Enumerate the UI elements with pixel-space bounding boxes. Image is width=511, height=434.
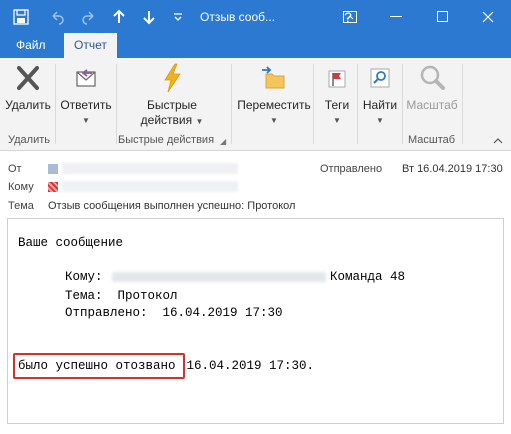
delete-button[interactable]: Удалить: [2, 62, 54, 132]
body-sent-line: Отправлено: 16.04.2019 17:30: [65, 306, 283, 320]
group-separator: [55, 64, 56, 144]
from-label: От: [8, 163, 22, 175]
group-label-quick-actions: Быстрые действия: [118, 134, 215, 146]
recipient-color-square: [48, 182, 58, 192]
minimize-icon[interactable]: [373, 0, 419, 33]
find-icon: [370, 68, 390, 88]
zoom-button[interactable]: Масштаб: [404, 62, 460, 132]
ribbon-display-options-icon[interactable]: [327, 0, 373, 33]
message-header: От Отправлено Вт 16.04.2019 17:30 Кому Т…: [0, 152, 511, 218]
chevron-down-icon: ▼: [270, 116, 278, 125]
group-separator: [313, 64, 314, 144]
body-to-label: Кому:: [65, 270, 103, 284]
dialog-launcher-icon[interactable]: ◢: [220, 137, 226, 146]
save-icon[interactable]: [8, 0, 34, 33]
group-separator: [402, 64, 403, 144]
flag-icon: [328, 70, 346, 88]
group-separator: [116, 64, 117, 144]
quick-actions-button[interactable]: Быстрые действия ▼: [130, 62, 214, 132]
subject-value: Отзыв сообщения выполнен успешно: Проток…: [48, 200, 296, 212]
quick-actions-label-2: действия: [140, 113, 193, 127]
ribbon: Удалить Удалить Ответить ▼ Быстрые дейст…: [0, 58, 511, 151]
zoom-magnifier-icon: [420, 65, 445, 90]
chevron-down-icon: ▼: [333, 116, 341, 125]
reply-button[interactable]: Ответить ▼: [58, 62, 114, 132]
ribbon-tabs: Файл Отчет: [0, 33, 511, 58]
collapse-ribbon-icon[interactable]: [493, 136, 503, 147]
maximize-icon[interactable]: [419, 0, 465, 33]
previous-item-icon[interactable]: [108, 0, 130, 33]
recipient-name-redacted[interactable]: [62, 181, 238, 192]
group-separator: [231, 64, 232, 144]
undo-icon[interactable]: [44, 0, 70, 33]
group-separator: [357, 64, 358, 144]
reply-envelope-icon: [76, 69, 96, 87]
window-title: Отзыв сооб...: [200, 10, 276, 24]
title-bar: Отзыв сооб... ?: [0, 0, 511, 33]
move-button[interactable]: Переместить ▼: [236, 62, 312, 132]
customize-qat-icon[interactable]: [168, 0, 188, 33]
delete-x-icon: [17, 66, 39, 90]
group-label-delete: Удалить: [8, 134, 50, 146]
body-to-suffix: Команда 48: [330, 270, 406, 284]
tab-report[interactable]: Отчет: [64, 33, 117, 58]
chevron-down-icon: ▼: [82, 116, 90, 125]
body-recipient-redacted: [112, 272, 326, 282]
sender-color-square: [48, 164, 58, 174]
body-recalled-rest: 16.04.2019 17:30.: [179, 359, 315, 373]
chevron-down-icon: ▼: [195, 117, 204, 126]
find-button[interactable]: Найти ▼: [360, 62, 400, 132]
sent-value: Вт 16.04.2019 17:30: [402, 163, 503, 175]
subject-label: Тема: [8, 200, 34, 212]
next-item-icon[interactable]: [138, 0, 160, 33]
group-separator: [462, 64, 463, 144]
move-folder-icon: [262, 66, 285, 89]
close-icon[interactable]: [465, 0, 511, 33]
highlight-box: [13, 353, 185, 379]
body-subject-line: Тема: Протокол: [65, 289, 178, 303]
tab-file[interactable]: Файл: [6, 33, 56, 58]
tags-button[interactable]: Теги ▼: [318, 62, 356, 132]
chevron-down-icon: ▼: [376, 116, 384, 125]
group-label-zoom: Масштаб: [408, 134, 456, 146]
to-label: Кому: [8, 181, 34, 193]
sent-label: Отправлено: [320, 163, 383, 175]
sender-name-redacted[interactable]: [62, 163, 238, 174]
redo-icon[interactable]: [76, 0, 102, 33]
lightning-icon: [164, 63, 181, 93]
body-line-intro: Ваше сообщение: [18, 236, 124, 250]
